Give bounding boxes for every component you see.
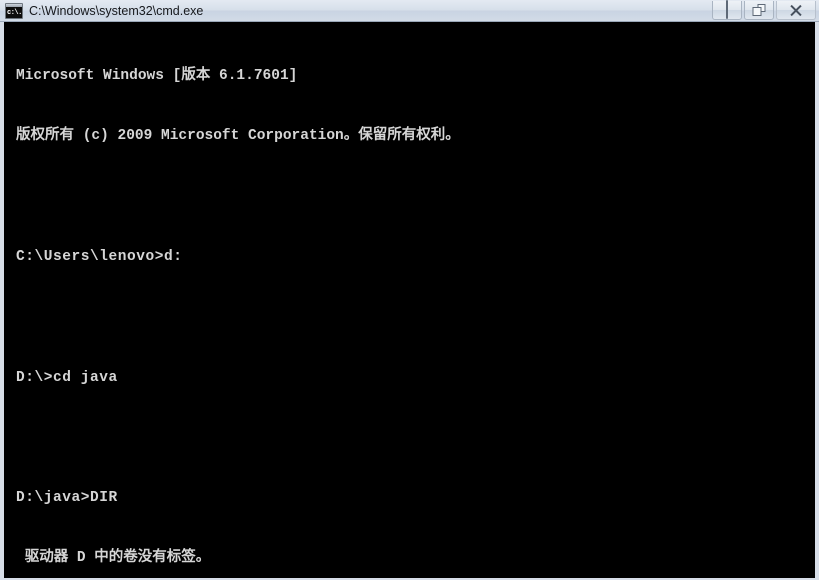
close-button[interactable] (776, 1, 816, 20)
cmd-console-icon: c:\. (5, 2, 23, 19)
icon-prompt-glyph: c:\. (7, 8, 22, 17)
console-line: 驱动器 D 中的卷没有标签。 (16, 550, 211, 567)
window-controls (712, 0, 816, 20)
console-line: 版权所有 (c) 2009 Microsoft Corporation。保留所有… (16, 128, 460, 145)
window-titlebar[interactable]: c:\. C:\Windows\system32\cmd.exe (0, 0, 819, 22)
restore-icon (752, 4, 766, 16)
restore-button[interactable] (744, 1, 774, 20)
window-title: C:\Windows\system32\cmd.exe (29, 3, 204, 18)
console-line: D:\java>DIR (16, 490, 118, 507)
close-icon (789, 4, 803, 17)
icon-titlebar-stripe (6, 3, 22, 7)
minimize-icon (726, 0, 728, 19)
console-line: D:\>cd java (16, 369, 118, 386)
console-text-buffer[interactable]: Microsoft Windows [版本 6.1.7601] 版权所有 (c)… (16, 26, 815, 578)
console-client-area[interactable]: Microsoft Windows [版本 6.1.7601] 版权所有 (c)… (0, 22, 819, 580)
console-line: Microsoft Windows [版本 6.1.7601] (16, 68, 298, 85)
console-line: C:\Users\lenovo>d: (16, 249, 183, 266)
cmd-window: c:\. C:\Windows\system32\cmd.exe Microso… (0, 0, 819, 580)
minimize-button[interactable] (712, 0, 742, 20)
